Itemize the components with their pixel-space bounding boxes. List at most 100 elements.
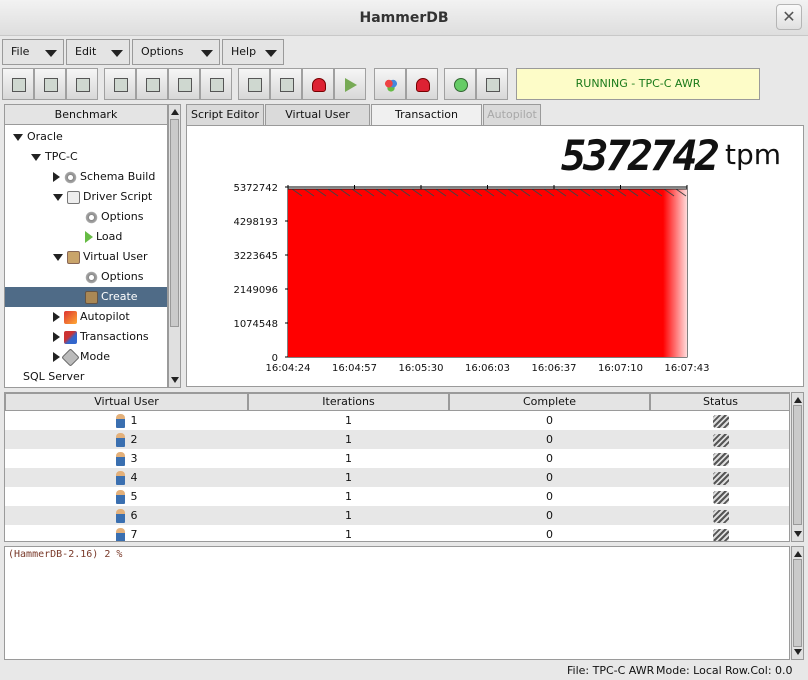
scroll-down-icon[interactable]	[794, 531, 802, 537]
scroll-thumb[interactable]	[793, 405, 802, 525]
collapsed-triangle-icon[interactable]	[53, 332, 60, 342]
y-tick-label: 3223645	[233, 251, 278, 262]
console-scrollbar[interactable]	[791, 546, 804, 660]
expanded-triangle-icon[interactable]	[53, 193, 63, 201]
cell-complete: 0	[449, 411, 650, 430]
x-tick-label: 16:04:24	[266, 363, 311, 374]
menu-options[interactable]: Options	[132, 39, 220, 65]
report-button[interactable]	[476, 68, 508, 100]
tree-item-label: Create	[101, 290, 138, 303]
tree-item-transactions[interactable]: Transactions	[5, 327, 167, 347]
tree-item-driver-options[interactable]: Options	[5, 207, 167, 227]
tab-virtual-user-output[interactable]: Virtual User Output	[265, 104, 370, 141]
table-row[interactable]: 4 1 0	[5, 468, 789, 487]
tree-item-sql-server[interactable]: SQL Server	[5, 367, 167, 387]
table-row[interactable]: 6 1 0	[5, 506, 789, 525]
menu-bar: File Edit Options Help	[0, 38, 808, 66]
scroll-up-icon[interactable]	[794, 397, 802, 403]
transaction-counter-button[interactable]	[444, 68, 476, 100]
x-tick-label: 16:04:57	[332, 363, 377, 374]
table-row[interactable]: 5 1 0	[5, 487, 789, 506]
new-script-button[interactable]	[2, 68, 34, 100]
scroll-thumb[interactable]	[170, 119, 179, 327]
cell-iterations-value: 1	[345, 490, 352, 503]
tree-item-create[interactable]: Create	[5, 287, 167, 307]
tree-item-mode[interactable]: Mode	[5, 347, 167, 367]
tree-scrollbar[interactable]	[168, 104, 181, 388]
users-button[interactable]	[374, 68, 406, 100]
tab-script-editor[interactable]: Script Editor	[186, 104, 264, 125]
status-file: File: TPC-C AWR	[567, 664, 655, 677]
table-row[interactable]: 7 1 0	[5, 525, 789, 541]
column-header-status[interactable]: Status	[650, 393, 789, 411]
column-header-virtual-user[interactable]: Virtual User	[5, 393, 248, 411]
stop-button[interactable]	[302, 68, 334, 100]
benchmark-tree: Benchmark Oracle TPC-C Schema Build Driver …	[4, 104, 168, 388]
x-tick-label: 16:06:37	[532, 363, 577, 374]
cell-status	[650, 430, 789, 449]
running-status-icon	[712, 509, 729, 523]
user-icon	[115, 509, 125, 523]
monitor-button[interactable]	[270, 68, 302, 100]
tree-item-vu-options[interactable]: Options	[5, 267, 167, 287]
options-button[interactable]	[136, 68, 168, 100]
collapsed-triangle-icon[interactable]	[53, 312, 60, 322]
cell-virtual-user: 1	[5, 411, 248, 430]
close-icon[interactable]: ✕	[776, 4, 802, 30]
cell-complete-value: 0	[546, 471, 553, 484]
cursor-button[interactable]	[238, 68, 270, 100]
search-button[interactable]	[200, 68, 232, 100]
scroll-up-icon[interactable]	[794, 551, 802, 557]
cell-virtual-user: 6	[5, 506, 248, 525]
tree-item-schema-build[interactable]: Schema Build	[5, 167, 167, 187]
doc-icon	[67, 190, 80, 204]
tpm-chart: 01074548214909632236454298193537274216:0…	[233, 183, 709, 374]
cell-status	[650, 487, 789, 506]
cell-iterations: 1	[248, 430, 449, 449]
tree-item-oracle[interactable]: Oracle	[5, 127, 167, 147]
stop-users-button[interactable]	[406, 68, 438, 100]
collapsed-triangle-icon[interactable]	[53, 172, 60, 182]
status-rowcol: Row.Col: 0.0	[725, 664, 793, 677]
tree-item-autopilot[interactable]: Autopilot	[5, 307, 167, 327]
user-icon	[115, 452, 125, 466]
menu-help[interactable]: Help	[222, 39, 284, 65]
run-status: RUNNING - TPC-C AWR	[516, 68, 760, 100]
tree-item-label: Virtual User	[83, 250, 148, 263]
column-header-iterations[interactable]: Iterations	[248, 393, 449, 411]
expanded-triangle-icon[interactable]	[13, 133, 23, 141]
tab-transaction-counter[interactable]: Transaction Counter	[371, 104, 482, 141]
expanded-triangle-icon[interactable]	[53, 253, 63, 261]
console[interactable]: (HammerDB-2.16) 2 %	[4, 546, 790, 660]
scroll-up-icon[interactable]	[171, 109, 179, 115]
search-icon	[210, 78, 224, 92]
table-scrollbar[interactable]	[791, 392, 804, 542]
column-header-complete[interactable]: Complete	[449, 393, 650, 411]
table-row[interactable]: 1 1 0	[5, 411, 789, 430]
menu-file-label: File	[11, 45, 30, 58]
menu-edit[interactable]: Edit	[66, 39, 130, 65]
table-row[interactable]: 3 1 0	[5, 449, 789, 468]
collapsed-triangle-icon[interactable]	[53, 352, 60, 362]
copy-button[interactable]	[168, 68, 200, 100]
tree-item-tpcc[interactable]: TPC-C	[5, 147, 167, 167]
save-button[interactable]	[66, 68, 98, 100]
run-button[interactable]	[334, 68, 366, 100]
scroll-down-icon[interactable]	[794, 649, 802, 655]
chevron-down-icon	[45, 50, 57, 57]
tree-item-label: Transactions	[80, 330, 149, 343]
menu-file[interactable]: File	[2, 39, 64, 65]
scroll-thumb[interactable]	[793, 559, 802, 647]
table-row[interactable]: 2 1 0	[5, 430, 789, 449]
cell-iterations: 1	[248, 487, 449, 506]
tree-item-load[interactable]: Load	[5, 227, 167, 247]
expanded-triangle-icon[interactable]	[31, 153, 41, 161]
open-button[interactable]	[34, 68, 66, 100]
tab-autopilot: Autopilot	[483, 104, 541, 125]
tree-item-driver-script[interactable]: Driver Script	[5, 187, 167, 207]
tree-item-virtual-user[interactable]: Virtual User	[5, 247, 167, 267]
load-button[interactable]	[104, 68, 136, 100]
tree-header[interactable]: Benchmark	[5, 105, 167, 125]
scroll-down-icon[interactable]	[171, 377, 179, 383]
cell-iterations-value: 1	[345, 433, 352, 446]
